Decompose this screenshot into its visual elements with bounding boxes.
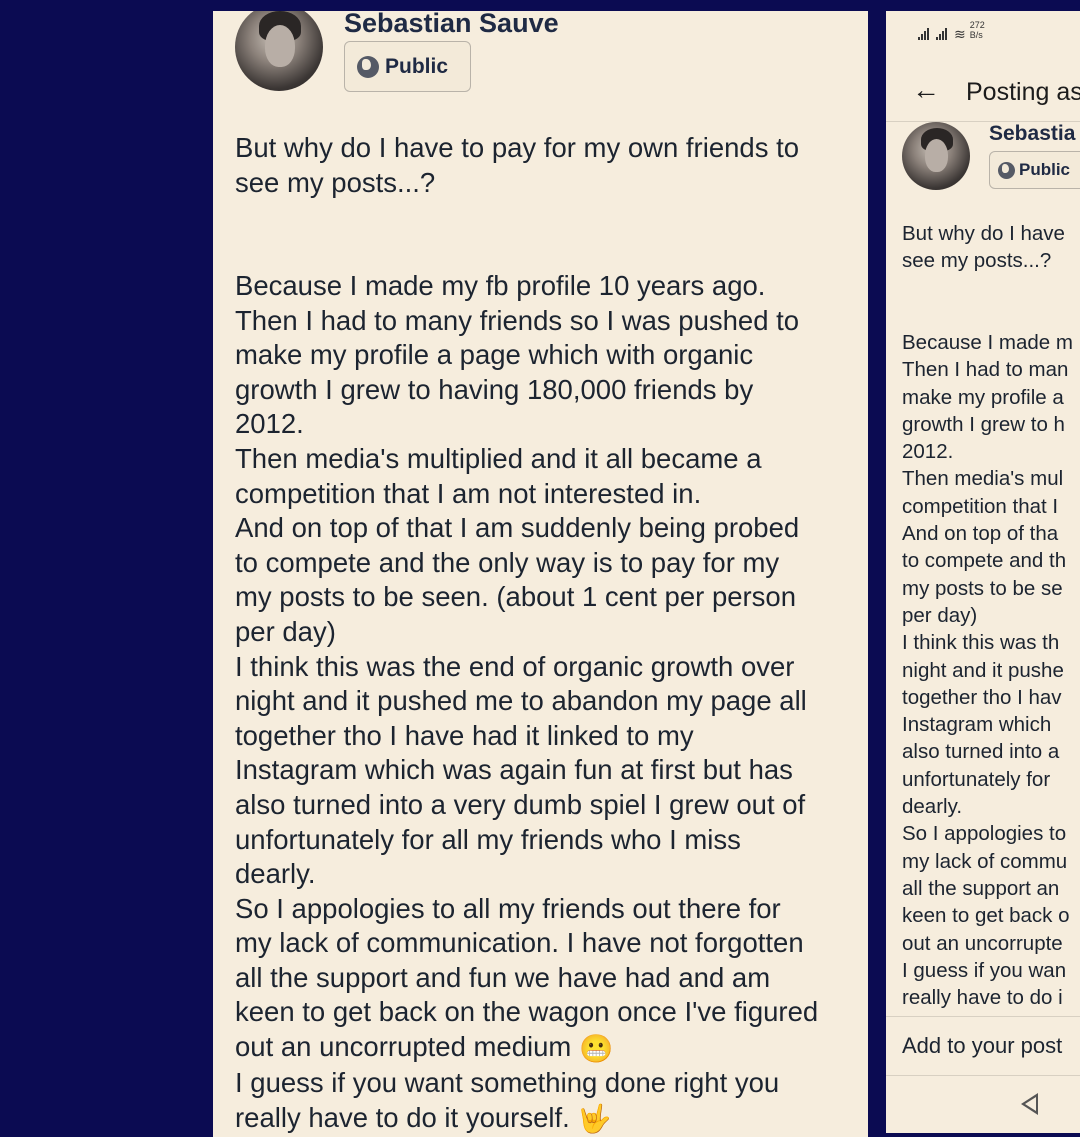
composer-avatar — [902, 122, 970, 190]
status-bar: ≋ 272 B/s — [918, 20, 985, 42]
composer-divider — [886, 1016, 1080, 1017]
globe-icon — [998, 161, 1015, 179]
composer-header: ← Posting as — [886, 66, 1080, 118]
post-zoom-panel: Sebastian Sauve Public But why do I have… — [213, 11, 868, 1137]
back-arrow-icon[interactable]: ← — [912, 76, 940, 104]
signal-icon — [918, 28, 932, 40]
composer-author-name: Sebastia — [989, 122, 1076, 145]
post-text-question: But why do I have to pay for my own frie… — [235, 132, 800, 198]
post-text-body: Because I made my fb profile 10 years ag… — [235, 269, 865, 1137]
author-name[interactable]: Sebastian Sauve — [344, 11, 559, 39]
post-body-main: Because I made my fb profile 10 years ag… — [235, 270, 819, 1063]
composer-text-body[interactable]: Because I made m Then I had to man make … — [902, 329, 1080, 1011]
nav-divider — [886, 1075, 1080, 1076]
nav-back-icon[interactable] — [1021, 1093, 1038, 1115]
grimace-emoji-icon: 😬 — [578, 1032, 614, 1064]
network-speed-value: 272 — [969, 20, 985, 30]
privacy-label: Public — [385, 54, 449, 78]
privacy-button[interactable]: Public — [344, 41, 471, 92]
wifi-icon: ≋ — [954, 26, 966, 42]
globe-icon — [357, 55, 379, 78]
composer-title: Posting as — [966, 78, 1080, 106]
post-body-end: I guess if you want something done right… — [235, 1067, 780, 1133]
composer-privacy-button[interactable]: Public — [989, 151, 1080, 189]
add-to-post-bar[interactable]: Add to your post — [902, 1033, 1062, 1059]
composer-screen: ≋ 272 B/s ← Posting as Sebastia Public B… — [886, 11, 1080, 1133]
composer-text-question[interactable]: But why do I have see my posts...? — [902, 220, 1080, 275]
composer-privacy-label: Public — [1019, 160, 1071, 179]
network-speed-unit: B/s — [969, 30, 983, 40]
rock-horns-emoji-icon: 🤟 — [577, 1103, 612, 1135]
signal-icon-2 — [936, 28, 950, 40]
author-avatar[interactable] — [235, 11, 323, 91]
